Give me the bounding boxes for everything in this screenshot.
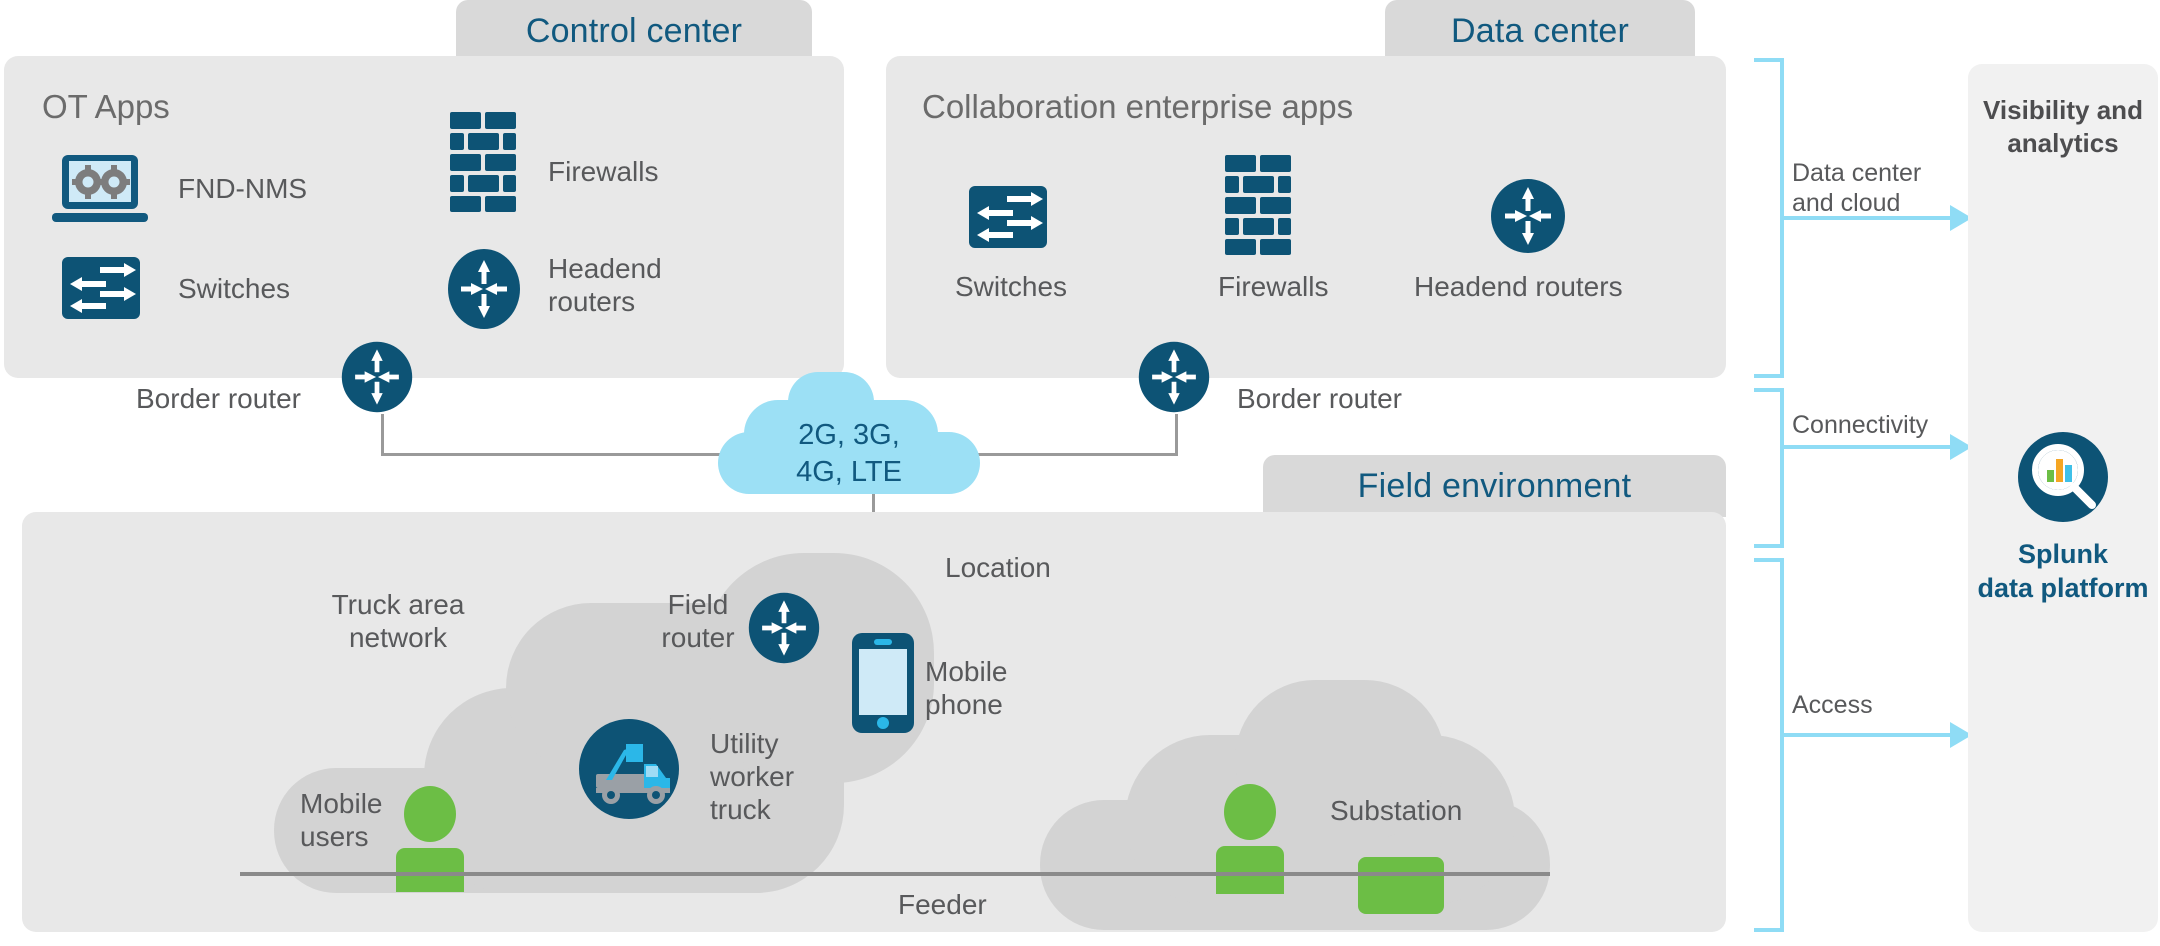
label-mobile-users: Mobile users [300, 788, 383, 853]
mobile-phone-icon [852, 633, 914, 738]
tab-field-environment: Field environment [1263, 455, 1726, 517]
rail-label-dc-line2: and cloud [1792, 189, 1901, 217]
splunk-label-line1: Splunk [2017, 539, 2108, 569]
connector-right-router-vertical [1175, 414, 1178, 456]
splunk-magnifier-bars-icon [2018, 432, 2108, 527]
analytics-title: Visibility and analytics [1968, 94, 2158, 159]
label-firewalls-cc: Firewalls [548, 156, 659, 187]
connector-left-router-vertical [381, 414, 384, 456]
label-switches-dc: Switches [955, 271, 1068, 302]
arrow-line-access [1782, 733, 1952, 737]
bracket-access [1754, 558, 1784, 932]
label-substation: Substation [1330, 795, 1463, 826]
label-feeder: Feeder [898, 889, 987, 920]
border-router-right-icon [1135, 338, 1213, 416]
connector-right-router-horizontal [975, 453, 1178, 456]
splunk-product-label: Splunk data platform [1968, 538, 2158, 606]
laptop-gears-icon [52, 155, 148, 234]
control-center-group-title: OT Apps [42, 88, 170, 125]
tab-data-center-label: Data center [1451, 11, 1629, 50]
rail-label-access-line1: Access [1792, 691, 1873, 719]
label-border-router-right: Border router [1237, 383, 1402, 414]
label-truck-area-network: Truck area network [331, 589, 465, 654]
mobile-users-person-body-icon [396, 848, 464, 892]
router-icon-dc [1487, 175, 1569, 257]
label-headend-routers-dc: Headend routers [1414, 271, 1623, 302]
label-border-router-left: Border router [136, 383, 301, 414]
label-headend-routers-cc: Headend routers [548, 253, 662, 318]
arrow-line-data-center [1782, 216, 1952, 220]
label-field-router: Field router [661, 589, 735, 654]
tab-data-center: Data center [1385, 0, 1695, 62]
mobile-users-person-head-icon [404, 786, 456, 842]
tab-field-environment-label: Field environment [1357, 466, 1632, 505]
firewall-brick-icon-dc [1223, 155, 1293, 260]
substation-person-head-icon [1224, 784, 1276, 840]
label-fnd-nms: FND-NMS [178, 173, 308, 204]
analytics-title-line2: analytics [2007, 127, 2119, 158]
telco-cloud-label-line1: 2G, 3G, [798, 419, 900, 451]
label-switches-cc: Switches [178, 273, 291, 304]
substation-person-body-icon [1216, 846, 1284, 894]
switch-icon [62, 257, 140, 324]
utility-worker-truck-icon [578, 718, 680, 825]
feeder-line [240, 872, 1550, 876]
border-router-left-icon [338, 338, 416, 416]
data-center-group-title: Collaboration enterprise apps [922, 88, 1354, 125]
label-utility-worker-truck: Utility worker truck [710, 728, 795, 826]
substation-cloud [1040, 680, 1550, 935]
label-location: Location [945, 552, 1051, 583]
substation-equipment-box-icon [1358, 857, 1444, 914]
router-icon [443, 248, 525, 330]
rail-label-connectivity: Connectivity [1792, 410, 1928, 440]
rail-label-data-center-and-cloud: Data center and cloud [1792, 158, 1921, 218]
rail-label-access: Access [1792, 690, 1873, 720]
diagram-canvas: Control center OT Apps FND-NMS Switches … [0, 0, 2160, 946]
connector-left-router-horizontal [381, 453, 731, 456]
firewall-brick-icon [448, 112, 518, 217]
label-mobile-phone: Mobile phone [925, 656, 1008, 721]
field-router-icon [745, 589, 823, 667]
rail-label-dc-line1: Data center [1792, 159, 1922, 187]
tab-control-center-label: Control center [525, 11, 743, 50]
arrow-line-connectivity [1782, 445, 1952, 449]
switch-icon-dc [969, 186, 1047, 253]
tab-control-center: Control center [456, 0, 812, 62]
analytics-title-line1: Visibility and [1983, 95, 2143, 125]
rail-label-conn-line1: Connectivity [1792, 411, 1929, 439]
telco-cloud-label-line2: 4G, LTE [796, 456, 902, 488]
label-firewalls-dc: Firewalls [1218, 271, 1329, 302]
splunk-label-line2: data platform [1977, 572, 2149, 603]
